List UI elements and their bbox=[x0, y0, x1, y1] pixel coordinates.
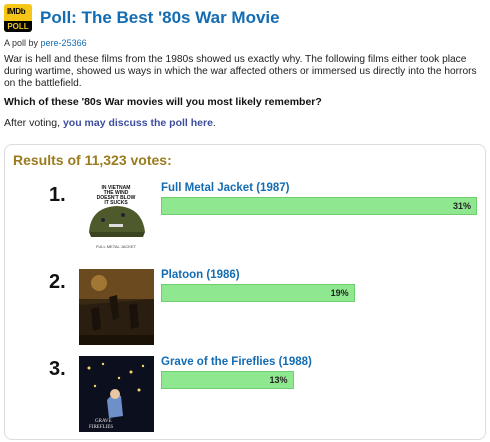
movie-title[interactable]: Full Metal Jacket (1987) bbox=[161, 182, 289, 194]
after-voting-suffix: . bbox=[212, 117, 216, 129]
vote-bar: 31% bbox=[161, 197, 477, 215]
poster-full-metal-jacket[interactable]: IN VIETNAM THE WIND DOESN'T BLOW IT SUCK… bbox=[79, 182, 154, 258]
byline-prefix: A poll by bbox=[4, 38, 39, 48]
rank-number: 1. bbox=[49, 184, 66, 206]
poster-caption-1: GRAVE bbox=[95, 419, 112, 424]
result-entry: 1. IN VIETNAM THE WIND DOESN'T BLOW IT S… bbox=[5, 182, 485, 262]
poster-grave-of-the-fireflies[interactable]: GRAVE FIREFLIES bbox=[79, 356, 154, 432]
poster-caption-2: FIREFLIES bbox=[89, 425, 113, 430]
vote-bar: 13% bbox=[161, 371, 294, 389]
vote-bar-track: 31% bbox=[161, 197, 477, 215]
page-title: Poll: The Best '80s War Movie bbox=[40, 8, 280, 27]
rank-number: 2. bbox=[49, 271, 66, 293]
poster-caption: FULL METAL JACKET bbox=[96, 244, 137, 249]
result-entry: 3. GRAVE FIREFLIES Grave of the Fireflie… bbox=[5, 356, 485, 436]
poster-platoon[interactable] bbox=[79, 269, 154, 345]
movie-title[interactable]: Platoon (1986) bbox=[161, 269, 240, 281]
vote-bar-track: 19% bbox=[161, 284, 477, 302]
vote-bar-track: 13% bbox=[161, 371, 477, 389]
poll-question: Which of these '80s War movies will you … bbox=[4, 96, 322, 108]
result-entry: 2. Platoon (1986) 19% bbox=[5, 269, 485, 349]
poster-tagline-4: IT SUCKS bbox=[104, 200, 128, 206]
logo-poll-text: POLL bbox=[4, 21, 32, 32]
author-link[interactable]: pere-25366 bbox=[41, 38, 87, 48]
movie-title[interactable]: Grave of the Fireflies (1988) bbox=[161, 356, 312, 368]
results-panel: Results of 11,323 votes: 1. IN VIETNAM T… bbox=[4, 144, 486, 440]
after-voting-text: After voting, you may discuss the poll h… bbox=[4, 117, 216, 129]
logo-imdb-text: IMDb bbox=[7, 7, 26, 16]
discuss-poll-link[interactable]: you may discuss the poll here bbox=[63, 117, 213, 129]
vote-bar: 19% bbox=[161, 284, 355, 302]
imdb-poll-logo[interactable]: IMDb POLL bbox=[4, 4, 32, 32]
poll-header: IMDb POLL Poll: The Best '80s War Movie bbox=[4, 4, 280, 32]
poll-description: War is hell and these films from the 198… bbox=[4, 54, 477, 89]
byline: A poll by pere-25366 bbox=[4, 38, 87, 48]
after-voting-prefix: After voting, bbox=[4, 117, 61, 129]
rank-number: 3. bbox=[49, 358, 66, 380]
results-title: Results of 11,323 votes: bbox=[13, 152, 172, 168]
